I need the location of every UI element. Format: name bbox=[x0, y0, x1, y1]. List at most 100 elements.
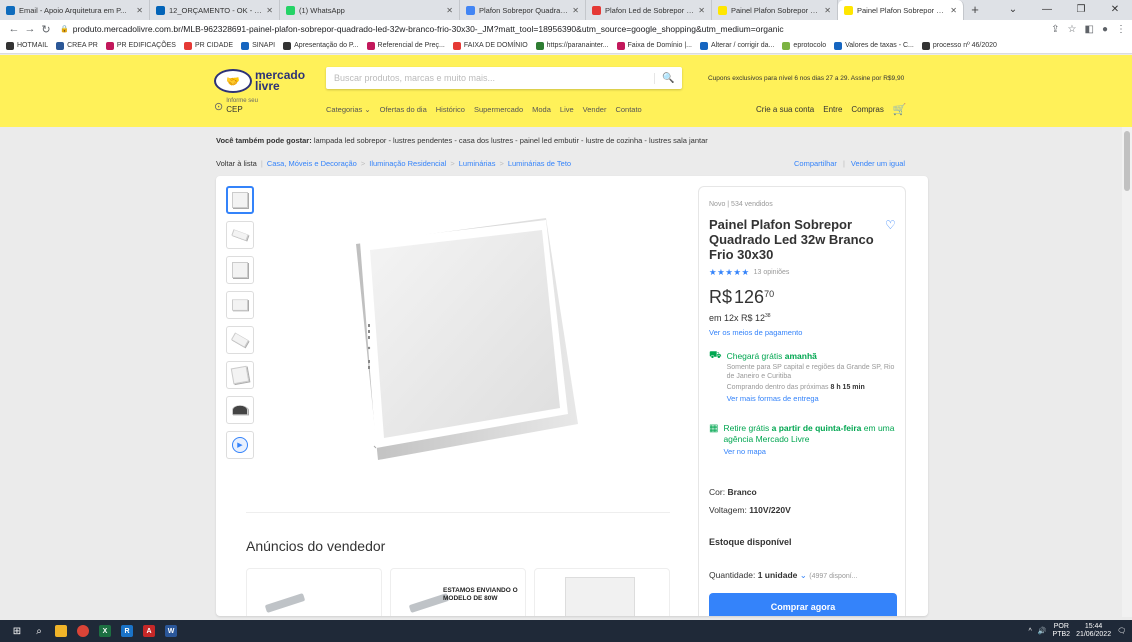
bookmark-item[interactable]: Referencial de Preç... bbox=[366, 41, 445, 50]
payment-methods-link[interactable]: Ver os meios de pagamento bbox=[709, 328, 802, 337]
bookmark-item[interactable]: Alterar / corrigir da... bbox=[700, 41, 774, 50]
file-explorer-icon[interactable] bbox=[50, 620, 72, 642]
breadcrumb-item[interactable]: Luminárias de Teto bbox=[508, 159, 571, 168]
bookmark-item[interactable]: SINAPI bbox=[241, 41, 275, 50]
extensions-icon[interactable]: ◧ bbox=[1085, 24, 1094, 35]
bookmark-item[interactable]: FAIXA DE DOMÍNIO bbox=[452, 41, 528, 50]
close-window-button[interactable]: ✕ bbox=[1098, 0, 1132, 20]
bookmark-item[interactable]: HOTMAIL bbox=[6, 41, 48, 50]
quantity-selector[interactable]: Quantidade: 1 unidade ⌄ (4997 disponí... bbox=[709, 570, 858, 581]
search-input[interactable] bbox=[326, 67, 654, 89]
more-shipping-link[interactable]: Ver mais formas de entrega bbox=[727, 394, 899, 403]
share-icon[interactable]: ⇪ bbox=[1051, 24, 1059, 35]
menu-item[interactable]: Moda bbox=[532, 105, 551, 114]
thumbnail[interactable] bbox=[226, 186, 254, 214]
breadcrumb-item[interactable]: Casa, Móveis e Decoração bbox=[267, 159, 357, 168]
close-icon[interactable]: ✕ bbox=[136, 6, 143, 15]
menu-item[interactable]: Categorias ⌄ bbox=[326, 105, 371, 114]
create-account-link[interactable]: Crie a sua conta bbox=[756, 105, 814, 114]
new-tab-button[interactable]: + bbox=[964, 0, 986, 20]
cart-icon[interactable]: 🛒 bbox=[893, 103, 907, 116]
bookmark-item[interactable]: PR EDIFICAÇÕES bbox=[105, 41, 176, 50]
thumbnail[interactable] bbox=[226, 396, 254, 424]
notification-icon[interactable]: 🗨 bbox=[1117, 627, 1126, 635]
menu-item[interactable]: Contato bbox=[615, 105, 641, 114]
bookmark-item[interactable]: https://paranainter... bbox=[535, 41, 609, 50]
view-map-link[interactable]: Ver no mapa bbox=[723, 447, 899, 456]
browser-tab[interactable]: Email - Apoio Arquitetura em P... ✕ bbox=[0, 0, 150, 20]
thumbnail[interactable] bbox=[226, 361, 254, 389]
breadcrumb-item[interactable]: Iluminação Residencial bbox=[369, 159, 446, 168]
bookmark-item[interactable]: Valores de taxas - C... bbox=[834, 41, 914, 50]
bookmark-item[interactable]: Apresentação do P... bbox=[283, 41, 359, 50]
menu-item[interactable]: Supermercado bbox=[474, 105, 523, 114]
word-icon[interactable]: W bbox=[160, 620, 182, 642]
close-icon[interactable]: ✕ bbox=[950, 6, 957, 15]
search-icon[interactable]: ⌕ bbox=[28, 620, 50, 642]
forward-button[interactable]: → bbox=[22, 23, 38, 35]
excel-icon[interactable]: X bbox=[94, 620, 116, 642]
browser-tab[interactable]: Plafon Led de Sobrepor Quadr...✕ bbox=[586, 0, 712, 20]
breadcrumb-item[interactable]: Luminárias bbox=[459, 159, 496, 168]
bookmark-item[interactable]: processo nº 46/2020 bbox=[921, 41, 997, 50]
autocad-icon[interactable]: A bbox=[138, 620, 160, 642]
close-icon[interactable]: ✕ bbox=[698, 6, 705, 15]
seller-ad[interactable]: ESTAMOS ENVIANDO O MODELO DE 80W bbox=[390, 568, 526, 616]
revit-icon[interactable]: R bbox=[116, 620, 138, 642]
chrome-icon[interactable] bbox=[72, 620, 94, 642]
close-icon[interactable]: ✕ bbox=[446, 6, 453, 15]
menu-item[interactable]: Histórico bbox=[436, 105, 465, 114]
bookmark-item[interactable]: CREA PR bbox=[56, 41, 98, 50]
close-icon[interactable]: ✕ bbox=[824, 6, 831, 15]
volume-icon[interactable]: 🔊 bbox=[1038, 627, 1047, 635]
browser-tab[interactable]: Painel Plafon Sobrepor Quadra...✕ bbox=[712, 0, 838, 20]
mercadolivre-logo[interactable]: 🤝 mercado livre bbox=[214, 69, 305, 93]
back-button[interactable]: ← bbox=[6, 23, 22, 35]
suggestions-links[interactable]: lampada led sobrepor - lustres pendentes… bbox=[314, 136, 708, 145]
bookmark-item[interactable]: PR CIDADE bbox=[183, 41, 233, 50]
bookmark-star-icon[interactable]: ☆ bbox=[1068, 24, 1077, 35]
product-image[interactable] bbox=[346, 214, 586, 464]
back-to-list-link[interactable]: Voltar à lista bbox=[216, 159, 257, 168]
menu-item[interactable]: Vender bbox=[583, 105, 607, 114]
menu-item[interactable]: Live bbox=[560, 105, 574, 114]
seller-ad[interactable] bbox=[246, 568, 382, 616]
windows-start-icon[interactable]: ⊞ bbox=[6, 620, 28, 642]
tab-search-icon[interactable]: ⌄ bbox=[996, 0, 1030, 20]
thumbnail[interactable] bbox=[226, 326, 254, 354]
favorite-heart-icon[interactable]: ♡ bbox=[885, 218, 896, 232]
sell-similar-link[interactable]: Vender um igual bbox=[851, 159, 905, 168]
share-link[interactable]: Compartilhar bbox=[794, 159, 837, 168]
maximize-button[interactable]: ❐ bbox=[1064, 0, 1098, 20]
profile-avatar[interactable]: ● bbox=[1102, 24, 1108, 35]
purchases-link[interactable]: Compras bbox=[851, 105, 883, 114]
search-icon[interactable]: 🔍 bbox=[654, 72, 682, 84]
menu-item[interactable]: Ofertas do dia bbox=[380, 105, 427, 114]
handshake-icon: 🤝 bbox=[214, 69, 252, 93]
thumbnail[interactable] bbox=[226, 221, 254, 249]
browser-tab[interactable]: Plafon Sobrepor Quadrado Led...✕ bbox=[460, 0, 586, 20]
reload-button[interactable]: ↻ bbox=[38, 23, 54, 36]
url-field[interactable]: 🔒 produto.mercadolivre.com.br/MLB-9623286… bbox=[60, 24, 1051, 34]
browser-tab-active[interactable]: Painel Plafon Sobrepor Quadra...✕ bbox=[838, 0, 964, 20]
login-link[interactable]: Entre bbox=[823, 105, 842, 114]
close-icon[interactable]: ✕ bbox=[572, 6, 579, 15]
more-menu-icon[interactable]: ⋮ bbox=[1116, 24, 1126, 35]
seller-ad[interactable] bbox=[534, 568, 670, 616]
buy-now-button[interactable]: Comprar agora bbox=[709, 593, 897, 616]
page-scrollbar[interactable] bbox=[1122, 127, 1132, 617]
rating[interactable]: ★★★★★ 13 opiniões bbox=[709, 267, 789, 278]
minimize-button[interactable]: — bbox=[1030, 0, 1064, 20]
bookmark-item[interactable]: eprotocolo bbox=[782, 41, 826, 50]
cep-selector[interactable]: ⊙ Informe seu CEP bbox=[214, 98, 258, 114]
chevron-up-icon[interactable]: ^ bbox=[1029, 628, 1032, 635]
browser-tab[interactable]: 12_ORÇAMENTO - OK - OneDri...✕ bbox=[150, 0, 280, 20]
thumbnail[interactable] bbox=[226, 256, 254, 284]
thumbnail[interactable] bbox=[226, 291, 254, 319]
suggestions: Você também pode gostar: lampada led sob… bbox=[216, 136, 708, 145]
close-icon[interactable]: ✕ bbox=[266, 6, 273, 15]
bookmark-item[interactable]: Faixa de Domínio |... bbox=[616, 41, 692, 50]
video-thumbnail[interactable]: ▶ bbox=[226, 431, 254, 459]
promo-banner[interactable]: Cupons exclusivos para nível 6 nos dias … bbox=[708, 75, 904, 82]
browser-tab[interactable]: (1) WhatsApp ✕ bbox=[280, 0, 460, 20]
